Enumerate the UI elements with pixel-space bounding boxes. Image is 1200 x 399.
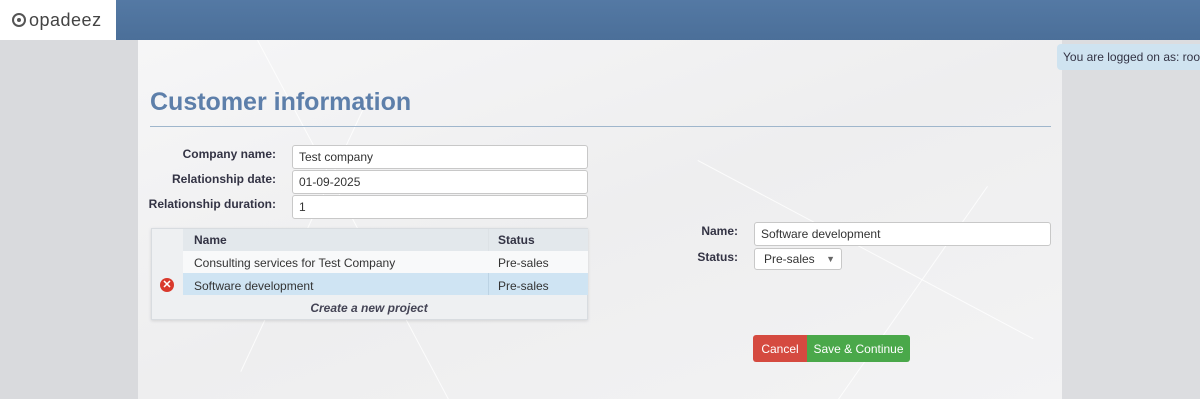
project-status-select[interactable]: Pre-sales ▼ xyxy=(754,248,842,270)
create-project-link[interactable]: Create a new project xyxy=(183,301,555,315)
logo-text: opadeez xyxy=(29,9,102,30)
background-line xyxy=(697,160,1034,340)
project-name-label: Name: xyxy=(701,224,738,238)
top-bar xyxy=(0,0,1200,40)
save-continue-button[interactable]: Save & Continue xyxy=(807,335,910,362)
column-header-name: Name xyxy=(194,233,227,247)
project-name-field[interactable] xyxy=(754,222,1051,246)
project-name-cell[interactable]: Software development xyxy=(194,279,313,293)
company-name-label: Company name: xyxy=(182,147,276,161)
cancel-button[interactable]: Cancel xyxy=(753,335,807,362)
column-header-status: Status xyxy=(498,233,535,247)
left-margin xyxy=(0,40,138,399)
relationship-date-label: Relationship date: xyxy=(171,172,276,186)
relationship-duration-field[interactable] xyxy=(292,195,588,219)
project-status-label: Status: xyxy=(697,250,738,264)
title-divider xyxy=(150,126,1051,127)
logged-on-badge: You are logged on as: root xyxy=(1057,44,1200,70)
relationship-date-field[interactable] xyxy=(292,170,588,194)
project-status-cell[interactable]: Pre-sales xyxy=(498,279,549,293)
status-select-value: Pre-sales xyxy=(764,252,815,266)
background-line xyxy=(838,186,988,399)
app-logo[interactable]: opadeez xyxy=(0,0,116,40)
right-margin xyxy=(1062,40,1200,399)
company-name-field[interactable] xyxy=(292,145,588,169)
chevron-down-icon: ▼ xyxy=(826,254,835,264)
relationship-duration-label: Relationship duration: xyxy=(148,197,276,211)
logo-icon xyxy=(12,13,26,27)
page-title: Customer information xyxy=(150,88,412,116)
column-divider xyxy=(488,273,489,295)
project-name-cell[interactable]: Consulting services for Test Company xyxy=(194,256,395,270)
delete-row-icon[interactable]: ✕ xyxy=(160,278,174,292)
project-status-cell[interactable]: Pre-sales xyxy=(498,256,549,270)
